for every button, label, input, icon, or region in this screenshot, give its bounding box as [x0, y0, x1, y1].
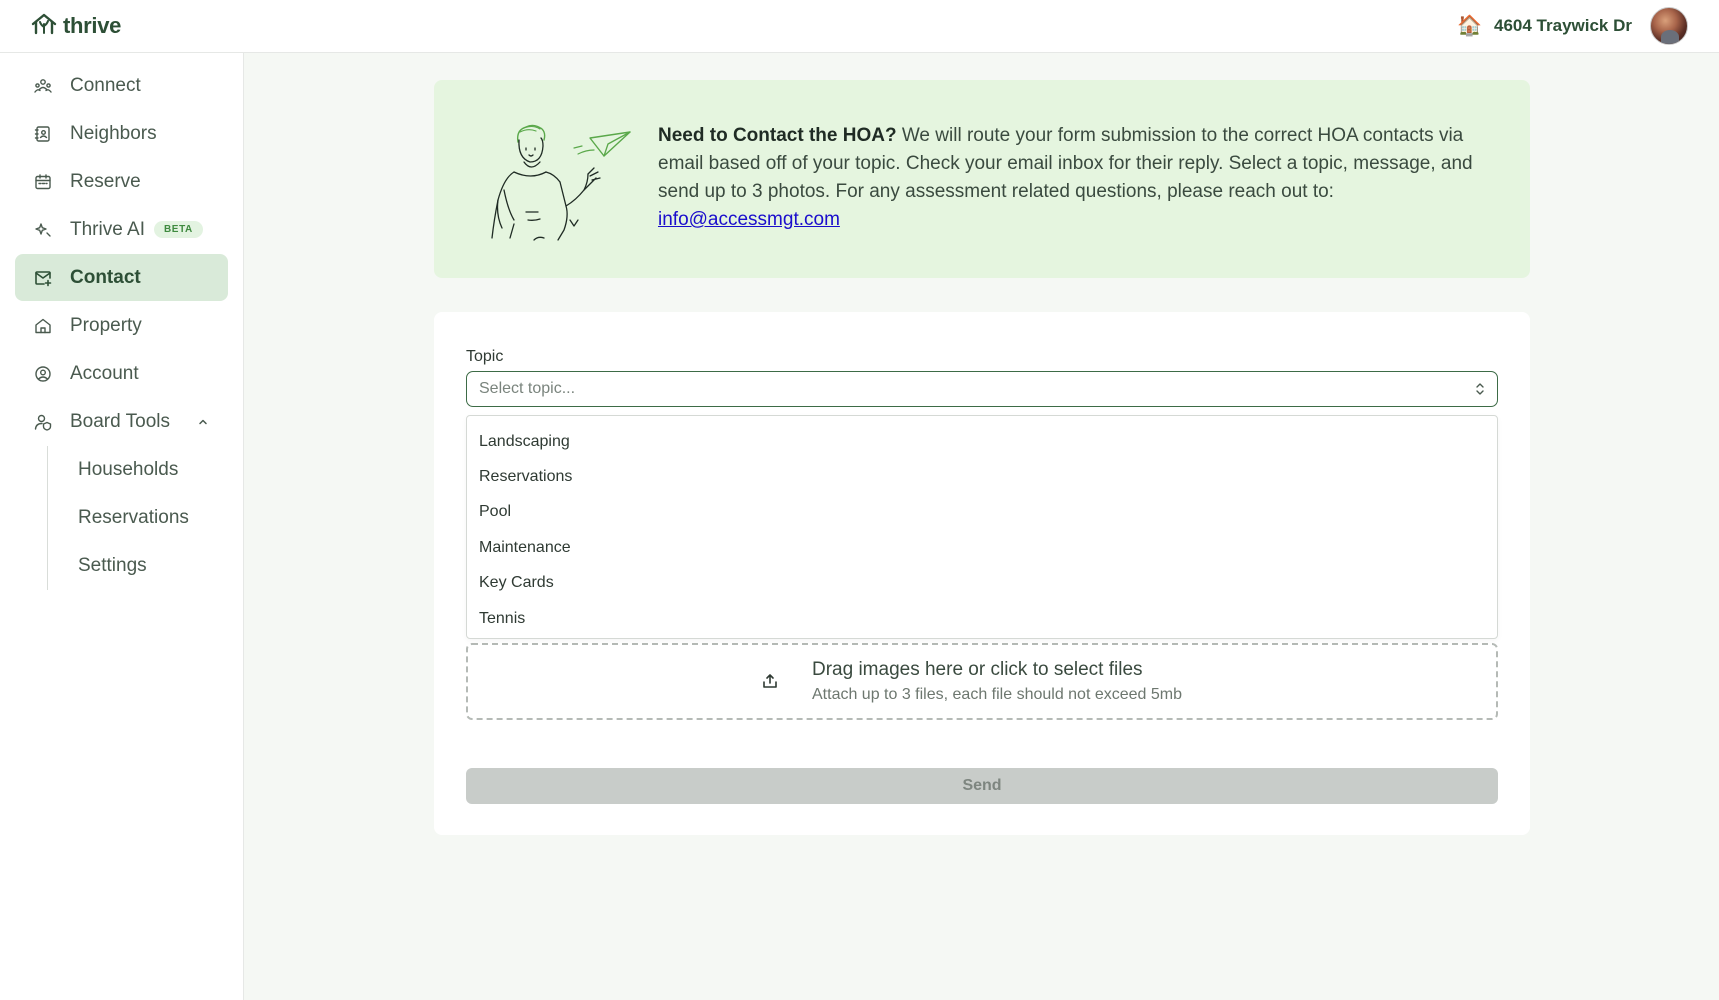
sidebar: Connect Neighbors Reserve Thrive AI BETA	[0, 53, 244, 1000]
board-tools-submenu: Households Reservations Settings	[47, 446, 228, 590]
sidebar-item-property[interactable]: Property	[15, 302, 228, 349]
upload-title: Drag images here or click to select file…	[812, 659, 1143, 680]
topic-select[interactable]: Select topic...	[466, 371, 1498, 407]
sidebar-subitem-settings[interactable]: Settings	[48, 542, 228, 590]
sidebar-item-thrive-ai[interactable]: Thrive AI BETA	[15, 206, 228, 253]
sidebar-subitem-households[interactable]: Households	[48, 446, 228, 494]
contact-info-banner: Need to Contact the HOA? We will route y…	[434, 80, 1530, 278]
property-address[interactable]: 4604 Traywick Dr	[1494, 16, 1632, 36]
send-button[interactable]: Send	[466, 768, 1498, 804]
image-upload-dropzone[interactable]: Drag images here or click to select file…	[466, 643, 1498, 720]
chevron-up-icon[interactable]	[197, 416, 209, 428]
topic-dropdown-list: Landscaping Reservations Pool Maintenanc…	[466, 415, 1498, 639]
user-avatar[interactable]	[1650, 7, 1688, 45]
thrive-logo[interactable]: thrive	[31, 13, 121, 40]
sidebar-item-connect[interactable]: Connect	[15, 62, 228, 109]
banner-heading: Need to Contact the HOA?	[658, 125, 897, 146]
property-switcher[interactable]: 🏠 4604 Traywick Dr	[1457, 7, 1688, 45]
topic-option[interactable]: Maintenance	[467, 530, 1497, 565]
sidebar-item-board-tools[interactable]: Board Tools	[15, 398, 228, 445]
home-icon	[34, 317, 52, 335]
sidebar-item-reserve[interactable]: Reserve	[15, 158, 228, 205]
calendar-icon	[34, 173, 52, 191]
chevron-up-down-icon	[1475, 382, 1485, 396]
user-circle-icon	[34, 365, 52, 383]
sidebar-item-label: Reserve	[70, 170, 141, 192]
people-icon	[34, 77, 52, 95]
upload-icon	[761, 672, 779, 695]
beta-badge: BETA	[153, 221, 203, 238]
mail-plus-icon	[34, 269, 52, 287]
sidebar-item-label: Thrive AI	[70, 218, 145, 240]
address-book-icon	[34, 125, 52, 143]
topic-option[interactable]: Landscaping	[467, 424, 1497, 459]
topic-select-placeholder: Select topic...	[479, 380, 576, 397]
contact-form-card: Topic Select topic... Landscaping Reserv…	[434, 312, 1530, 835]
top-header: thrive 🏠 4604 Traywick Dr	[0, 0, 1719, 53]
sparkle-icon	[34, 221, 52, 239]
banner-message: Need to Contact the HOA? We will route y…	[658, 122, 1478, 234]
sidebar-item-account[interactable]: Account	[15, 350, 228, 397]
hoa-email-link[interactable]: info@accessmgt.com	[658, 209, 840, 230]
topic-option[interactable]: Reservations	[467, 459, 1497, 494]
topic-option[interactable]: Key Cards	[467, 566, 1497, 601]
sidebar-item-label: Contact	[70, 266, 141, 288]
sidebar-item-label: Board Tools	[70, 410, 170, 432]
sidebar-item-contact[interactable]: Contact	[15, 254, 228, 301]
user-shield-icon	[34, 413, 52, 431]
topic-option[interactable]: Pool	[467, 495, 1497, 530]
logo-house-icon	[31, 13, 57, 40]
house-icon: 🏠	[1457, 15, 1483, 37]
upload-hint: Attach up to 3 files, each file should n…	[812, 686, 1183, 703]
sidebar-item-neighbors[interactable]: Neighbors	[15, 110, 228, 157]
sidebar-subitem-reservations[interactable]: Reservations	[48, 494, 228, 542]
sidebar-item-label: Property	[70, 314, 142, 336]
sidebar-item-label: Account	[70, 362, 139, 384]
sidebar-item-label: Connect	[70, 74, 141, 96]
person-paper-plane-illustration	[474, 120, 634, 247]
topic-option[interactable]: Tennis	[467, 601, 1497, 636]
logo-text: thrive	[63, 13, 122, 38]
sidebar-item-label: Neighbors	[70, 122, 157, 144]
topic-label: Topic	[466, 348, 504, 365]
